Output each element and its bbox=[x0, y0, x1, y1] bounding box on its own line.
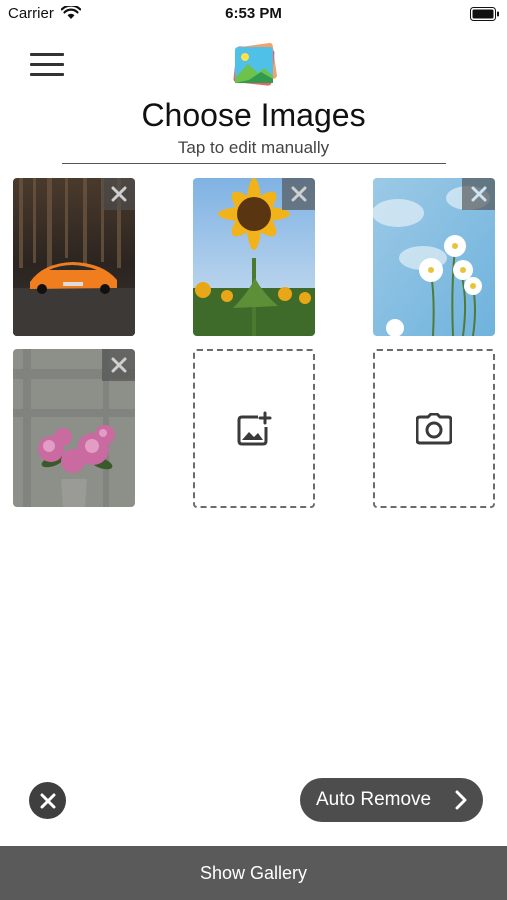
status-bar: Carrier 6:53 PM bbox=[0, 0, 507, 28]
remove-image-button[interactable] bbox=[102, 178, 135, 210]
image-tile-peonies[interactable] bbox=[13, 349, 135, 507]
camera-button[interactable] bbox=[373, 349, 495, 508]
app-logo-icon bbox=[233, 42, 277, 86]
add-image-button[interactable] bbox=[193, 349, 315, 508]
close-icon bbox=[471, 186, 486, 202]
battery-icon bbox=[470, 7, 499, 21]
add-photo-icon bbox=[237, 411, 272, 445]
menu-button[interactable] bbox=[30, 53, 64, 77]
screen: Carrier 6:53 PM Choose Images Tap to edi… bbox=[0, 0, 507, 900]
edit-manually-link[interactable]: Tap to edit manually bbox=[0, 138, 507, 158]
close-icon bbox=[291, 186, 306, 202]
close-icon bbox=[111, 357, 126, 373]
camera-icon bbox=[416, 412, 452, 444]
image-tile-sunflower[interactable] bbox=[193, 178, 315, 336]
remove-image-button[interactable] bbox=[282, 178, 315, 210]
image-tile-white-flowers[interactable] bbox=[373, 178, 495, 336]
auto-remove-button[interactable]: Auto Remove bbox=[300, 778, 483, 822]
auto-remove-label: Auto Remove bbox=[316, 789, 432, 810]
close-icon bbox=[111, 186, 126, 202]
clock: 6:53 PM bbox=[225, 5, 282, 22]
dismiss-button[interactable] bbox=[29, 782, 66, 819]
image-tile-car[interactable] bbox=[13, 178, 135, 336]
show-gallery-button[interactable]: Show Gallery bbox=[0, 846, 507, 900]
divider bbox=[62, 163, 446, 164]
page-title: Choose Images bbox=[141, 97, 366, 133]
chevron-right-icon bbox=[455, 790, 467, 810]
hamburger-line bbox=[30, 63, 64, 66]
remove-image-button[interactable] bbox=[462, 178, 495, 210]
hamburger-icon bbox=[30, 53, 64, 56]
hamburger-line bbox=[30, 73, 64, 76]
remove-image-button[interactable] bbox=[102, 349, 135, 381]
close-icon bbox=[40, 793, 55, 808]
